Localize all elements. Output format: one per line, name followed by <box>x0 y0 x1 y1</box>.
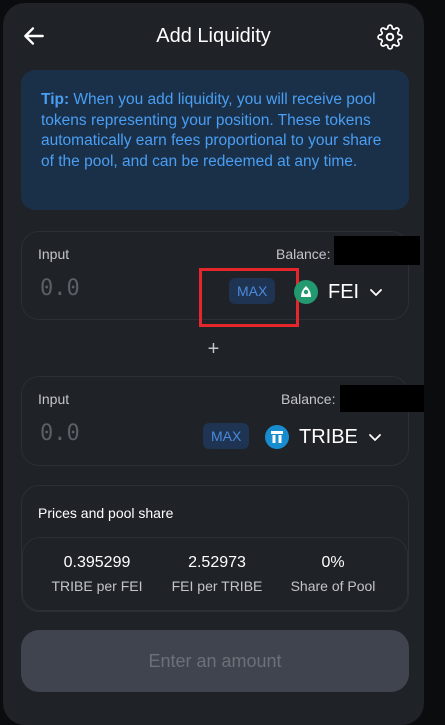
page-title: Add Liquidity <box>156 25 271 47</box>
stat-value: 0.395299 <box>63 554 131 571</box>
amount-input-1[interactable] <box>38 272 182 304</box>
stat-value: 0% <box>321 554 345 571</box>
header: Add Liquidity <box>3 3 424 73</box>
stat-tribe-per-fei: 0.395299 TRIBE per FEI <box>37 554 157 594</box>
balance-label: Balance: <box>281 391 336 407</box>
fei-token-icon <box>294 280 318 304</box>
stat-label: Share of Pool <box>290 578 376 594</box>
balance-label: Balance: <box>276 246 331 262</box>
currency-input-panel-2: Input Balance: MAX TRIBE <box>21 376 424 466</box>
prices-pool-share-panel: Prices and pool share 0.395299 TRIBE per… <box>21 485 409 612</box>
add-liquidity-card: Add Liquidity Tip: When you add liquidit… <box>3 3 424 725</box>
stat-label: FEI per TRIBE <box>171 578 263 594</box>
token-select-fei[interactable]: FEI <box>294 277 383 307</box>
gear-icon[interactable] <box>377 24 403 50</box>
token-name-fei: FEI <box>328 280 360 303</box>
redacted-balance <box>340 385 424 412</box>
tip-text: When you add liquidity, you will receive… <box>41 91 382 170</box>
chevron-down-icon <box>369 434 381 441</box>
input-label: Input <box>38 246 70 262</box>
amount-input-2[interactable] <box>38 417 182 449</box>
stat-fei-per-tribe: 2.52973 FEI per TRIBE <box>157 554 277 594</box>
stat-share-of-pool: 0% Share of Pool <box>273 554 393 594</box>
token-select-tribe[interactable]: TRIBE <box>265 422 382 452</box>
currency-input-panel-1: Input Balance: MAX FEI <box>21 231 420 327</box>
highlight-box <box>199 268 299 327</box>
input-label: Input <box>38 391 70 407</box>
tribe-token-icon <box>265 425 289 449</box>
tip-label: Tip: <box>41 91 70 108</box>
stat-label: TRIBE per FEI <box>51 578 143 594</box>
token-name-tribe: TRIBE <box>299 425 358 448</box>
redacted-balance <box>334 236 420 265</box>
stat-value: 2.52973 <box>188 554 246 571</box>
max-button-2[interactable]: MAX <box>203 423 250 449</box>
chevron-down-icon <box>370 289 383 296</box>
plus-icon: + <box>207 338 220 360</box>
enter-amount-button[interactable]: Enter an amount <box>21 630 409 692</box>
prices-title: Prices and pool share <box>38 505 174 521</box>
prices-stats: 0.395299 TRIBE per FEI 2.52973 FEI per T… <box>22 537 408 611</box>
tip-box: Tip: When you add liquidity, you will re… <box>21 70 409 210</box>
